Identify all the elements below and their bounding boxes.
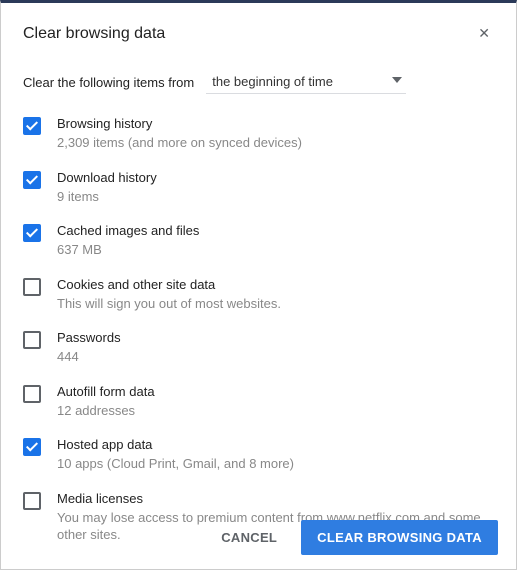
time-range-value: the beginning of time — [212, 74, 333, 89]
option-title: Cookies and other site data — [57, 277, 281, 292]
clear-browsing-data-button[interactable]: CLEAR BROWSING DATA — [301, 520, 498, 555]
option-sub: 637 MB — [57, 241, 199, 259]
checkbox-hosted-app-data[interactable] — [23, 438, 41, 456]
option-hosted-app-data: Hosted app data 10 apps (Cloud Print, Gm… — [23, 437, 494, 473]
dialog-header: Clear browsing data ✕ — [23, 21, 494, 46]
option-sub: 9 items — [57, 188, 157, 206]
close-icon[interactable]: ✕ — [474, 21, 494, 46]
cancel-button[interactable]: CANCEL — [205, 520, 293, 555]
checkbox-browsing-history[interactable] — [23, 117, 41, 135]
option-sub: This will sign you out of most websites. — [57, 295, 281, 313]
time-range-dropdown[interactable]: the beginning of time — [206, 70, 406, 94]
checkbox-cookies[interactable] — [23, 278, 41, 296]
checkbox-passwords[interactable] — [23, 331, 41, 349]
checkbox-autofill[interactable] — [23, 385, 41, 403]
clear-browsing-data-dialog: Clear browsing data ✕ Clear the followin… — [1, 3, 516, 560]
option-browsing-history: Browsing history 2,309 items (and more o… — [23, 116, 494, 152]
option-cookies: Cookies and other site data This will si… — [23, 277, 494, 313]
option-autofill: Autofill form data 12 addresses — [23, 384, 494, 420]
option-sub: 444 — [57, 348, 121, 366]
option-download-history: Download history 9 items — [23, 170, 494, 206]
option-title: Hosted app data — [57, 437, 294, 452]
option-title: Media licenses — [57, 491, 494, 506]
option-cached-images: Cached images and files 637 MB — [23, 223, 494, 259]
option-title: Download history — [57, 170, 157, 185]
dialog-title: Clear browsing data — [23, 25, 165, 43]
clear-from-label: Clear the following items from — [23, 75, 194, 90]
option-title: Autofill form data — [57, 384, 155, 399]
options-list: Browsing history 2,309 items (and more o… — [23, 116, 494, 544]
option-sub: 10 apps (Cloud Print, Gmail, and 8 more) — [57, 455, 294, 473]
option-title: Passwords — [57, 330, 121, 345]
time-range-row: Clear the following items from the begin… — [23, 70, 494, 94]
option-title: Cached images and files — [57, 223, 199, 238]
option-passwords: Passwords 444 — [23, 330, 494, 366]
option-sub: 12 addresses — [57, 402, 155, 420]
checkbox-cached-images[interactable] — [23, 224, 41, 242]
checkbox-download-history[interactable] — [23, 171, 41, 189]
option-sub: 2,309 items (and more on synced devices) — [57, 134, 302, 152]
dialog-footer: CANCEL CLEAR BROWSING DATA — [205, 520, 498, 555]
checkbox-media-licenses[interactable] — [23, 492, 41, 510]
option-title: Browsing history — [57, 116, 302, 131]
